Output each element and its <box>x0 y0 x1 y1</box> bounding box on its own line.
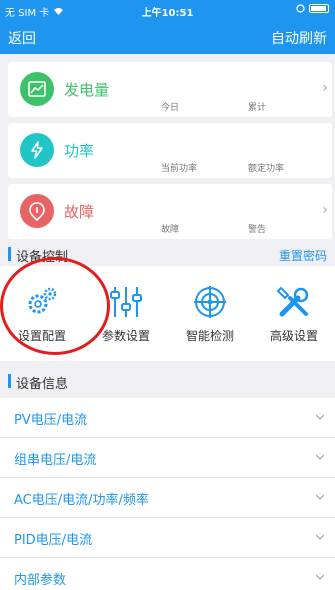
sliders-icon <box>110 287 142 317</box>
info-row-label: PID电压/电流 <box>14 533 93 548</box>
settings-config-button[interactable]: 设置配置 <box>0 266 84 361</box>
device-info-list: PV电压/电流 组串电压/电流 AC电压/电流/功率/频率 PID电压/电流 内… <box>0 398 335 590</box>
chevron-down-icon <box>315 534 325 540</box>
alert-icon <box>20 194 54 228</box>
smart-detection-button[interactable]: 智能检测 <box>168 266 252 361</box>
status-time: 上午10:51 <box>141 8 194 19</box>
advanced-settings-button[interactable]: 高级设置 <box>252 266 335 361</box>
chevron-down-icon <box>315 574 325 580</box>
status-bar: 无 SIM 卡 上午10:51 <box>0 0 335 20</box>
back-button[interactable]: 返回 <box>8 28 36 48</box>
section-title: 设备信息 <box>16 377 69 392</box>
device-control-header: 设备控制 重置密码 <box>0 242 335 268</box>
card-sub-total: 累计 <box>248 103 267 113</box>
info-row-label: 组串电压/电流 <box>14 453 97 468</box>
info-row-string[interactable]: 组串电压/电流 <box>0 438 335 478</box>
card-sub-warning: 警告 <box>248 225 267 235</box>
smart-detection-label: 智能检测 <box>185 329 234 343</box>
auto-refresh-button[interactable]: 自动刷新 <box>271 28 327 48</box>
reset-password-link[interactable]: 重置密码 <box>279 247 327 264</box>
device-info-header: 设备信息 <box>0 369 335 395</box>
card-title: 发电量 <box>64 81 110 99</box>
card-title: 故障 <box>64 203 95 221</box>
info-row-pid[interactable]: PID电压/电流 <box>0 518 335 558</box>
lightning-icon <box>20 133 54 167</box>
info-row-pv[interactable]: PV电压/电流 <box>0 398 335 438</box>
chevron-down-icon <box>315 414 325 420</box>
section-accent-bar <box>8 247 11 261</box>
chevron-right-icon: › <box>322 80 328 96</box>
parameter-settings-button[interactable]: 参数设置 <box>84 266 168 361</box>
device-control-panel: 设置配置 参数设置 智能检测 高级设置 <box>0 266 335 361</box>
battery-icon <box>309 4 329 13</box>
info-row-internal[interactable]: 内部参数 <box>0 558 335 590</box>
power-card[interactable]: 功率 当前功率 额定功率 <box>8 123 332 178</box>
info-row-ac[interactable]: AC电压/电流/功率/频率 <box>0 478 335 518</box>
chart-icon <box>20 72 54 106</box>
fault-card[interactable]: 故障 故障 警告 › <box>8 184 332 239</box>
card-sub-current-power: 当前功率 <box>161 164 198 174</box>
info-row-label: AC电压/电流/功率/频率 <box>14 493 149 508</box>
status-right <box>296 4 329 13</box>
gears-icon <box>28 287 57 314</box>
nav-bar: 返回 自动刷新 <box>0 20 335 54</box>
advanced-settings-label: 高级设置 <box>269 329 318 343</box>
settings-config-label: 设置配置 <box>17 329 66 343</box>
chevron-down-icon <box>315 494 325 500</box>
section-title: 设备控制 <box>16 250 69 265</box>
energy-card[interactable]: 发电量 今日 累计 › <box>8 62 332 117</box>
card-sub-today: 今日 <box>161 103 180 113</box>
tools-icon <box>276 286 309 317</box>
section-accent-bar <box>8 374 11 388</box>
chevron-right-icon: › <box>322 202 328 218</box>
target-icon <box>194 286 226 318</box>
info-row-label: PV电压/电流 <box>14 413 88 428</box>
chevron-down-icon <box>315 454 325 460</box>
alarm-icon <box>296 4 305 13</box>
card-title: 功率 <box>64 142 95 160</box>
card-sub-fault: 故障 <box>161 225 180 235</box>
card-sub-rated-power: 额定功率 <box>248 164 285 174</box>
info-row-label: 内部参数 <box>14 573 67 588</box>
parameter-settings-label: 参数设置 <box>101 329 150 343</box>
